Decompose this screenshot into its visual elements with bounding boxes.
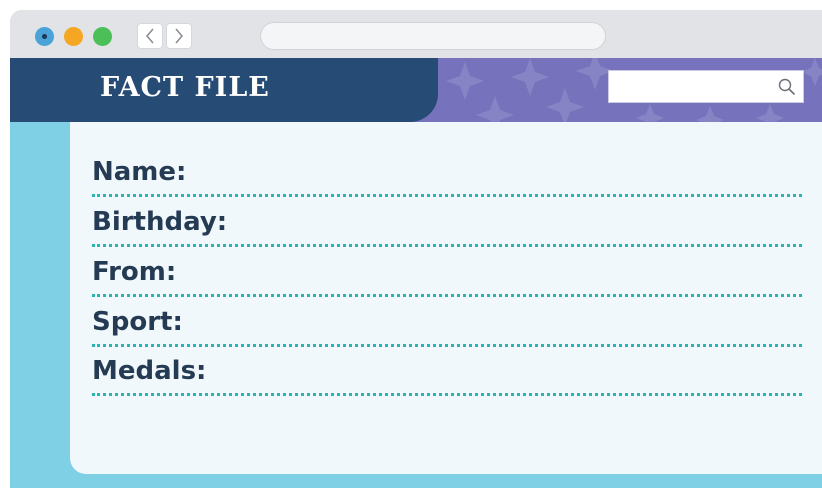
fact-field-medals[interactable]: Medals: (92, 346, 802, 396)
chevron-right-icon (175, 28, 184, 44)
title-tab: FACT FILE (10, 58, 438, 122)
search-input[interactable] (608, 70, 804, 103)
minimize-window-button[interactable] (64, 27, 83, 46)
fact-field-from[interactable]: From: (92, 247, 802, 297)
browser-window: FACT FILE Name: Birthday: From: Sport: M… (10, 10, 822, 488)
fact-field-sport[interactable]: Sport: (92, 297, 802, 347)
dotted-rule (92, 393, 802, 396)
fact-field-birthday[interactable]: Birthday: (92, 197, 802, 247)
browser-toolbar (10, 10, 822, 58)
field-label: From: (92, 257, 177, 287)
search-icon[interactable] (777, 77, 797, 97)
close-window-button[interactable] (35, 27, 54, 46)
field-label: Birthday: (92, 207, 228, 237)
address-bar[interactable] (260, 22, 606, 50)
fact-field-name[interactable]: Name: (92, 147, 802, 197)
field-label: Name: (92, 157, 187, 187)
page-body: Name: Birthday: From: Sport: Medals: (10, 122, 822, 488)
field-label: Sport: (92, 307, 183, 337)
forward-button[interactable] (166, 23, 192, 49)
maximize-window-button[interactable] (93, 27, 112, 46)
field-label: Medals: (92, 356, 207, 386)
back-button[interactable] (137, 23, 163, 49)
chevron-left-icon (145, 28, 154, 44)
fact-file-card: Name: Birthday: From: Sport: Medals: (70, 122, 822, 474)
page-title: FACT FILE (100, 72, 270, 103)
page-header: FACT FILE (10, 58, 822, 122)
